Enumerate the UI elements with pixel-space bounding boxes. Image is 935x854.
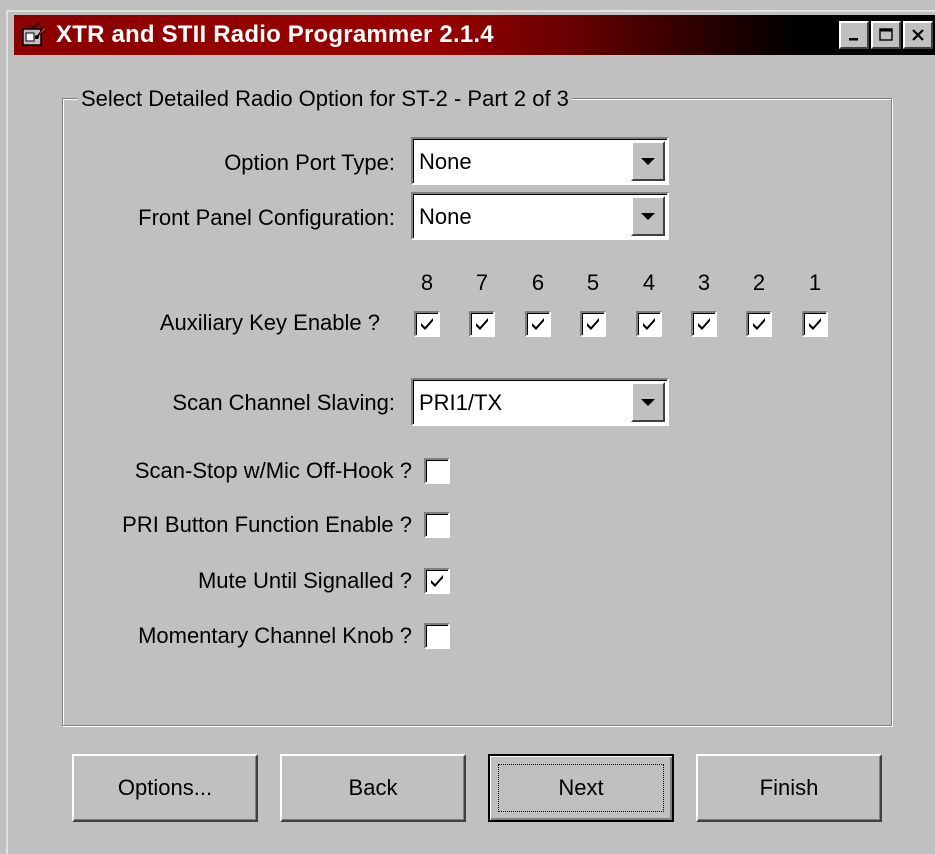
aux-key-6-checkbox[interactable] [525, 311, 551, 337]
aux-key-3-checkbox[interactable] [691, 311, 717, 337]
aux-key-2-checkbox[interactable] [746, 311, 772, 337]
groupbox-title: Select Detailed Radio Option for ST-2 - … [78, 86, 572, 112]
option-checkbox[interactable] [424, 568, 450, 594]
option-port-label: Option Port Type: [224, 150, 395, 175]
minimize-icon[interactable] [839, 21, 869, 49]
aux-key-4-checkbox[interactable] [636, 311, 662, 337]
checkmark-icon [698, 318, 710, 330]
back-button[interactable]: Back [280, 754, 466, 822]
option-checkbox[interactable] [424, 512, 450, 538]
option-port-combo[interactable]: None [411, 137, 669, 185]
aux-key-number: 6 [531, 270, 545, 295]
front-panel-label: Front Panel Configuration: [138, 205, 395, 230]
maximize-icon[interactable] [871, 21, 901, 49]
aux-key-label: Auxiliary Key Enable ? [159, 310, 380, 335]
option-checkbox[interactable] [424, 458, 450, 484]
checkmark-icon [532, 318, 544, 330]
next-button[interactable]: Next [488, 754, 674, 822]
checkmark-icon [753, 318, 765, 330]
checkmark-icon [431, 575, 443, 587]
option-port-value: None [419, 149, 472, 174]
front-panel-value: None [419, 204, 472, 229]
app-radio-icon[interactable] [18, 19, 50, 51]
aux-key-number: 4 [642, 270, 656, 295]
aux-key-number: 8 [420, 270, 434, 295]
option-label: Scan-Stop w/Mic Off-Hook ? [134, 458, 412, 483]
aux-key-number: 2 [752, 270, 766, 295]
finish-button[interactable]: Finish [696, 754, 882, 822]
focus-rectangle [498, 764, 664, 812]
options-button-label: Options... [117, 775, 213, 800]
option-label: Momentary Channel Knob ? [138, 623, 412, 648]
checkmark-icon [476, 318, 488, 330]
options-button[interactable]: Options... [72, 754, 258, 822]
scan-slaving-label: Scan Channel Slaving: [172, 390, 395, 415]
aux-key-1-checkbox[interactable] [802, 311, 828, 337]
aux-key-number: 1 [808, 270, 822, 295]
checkmark-icon [809, 318, 821, 330]
option-label: PRI Button Function Enable ? [122, 512, 412, 537]
checkmark-icon [587, 318, 599, 330]
aux-key-number: 7 [475, 270, 489, 295]
finish-button-label: Finish [759, 775, 819, 800]
option-checkbox[interactable] [424, 623, 450, 649]
aux-key-number: 3 [697, 270, 711, 295]
close-icon[interactable] [903, 21, 933, 49]
chevron-down-icon[interactable] [631, 141, 665, 181]
back-button-label: Back [348, 775, 398, 800]
aux-key-5-checkbox[interactable] [580, 311, 606, 337]
aux-key-7-checkbox[interactable] [469, 311, 495, 337]
scan-slaving-combo[interactable]: PRI1/TX [411, 378, 669, 426]
checkmark-icon [643, 318, 655, 330]
scan-slaving-value: PRI1/TX [419, 390, 503, 415]
aux-key-number: 5 [586, 270, 600, 295]
aux-key-8-checkbox[interactable] [414, 311, 440, 337]
checkmark-icon [421, 318, 433, 330]
front-panel-combo[interactable]: None [411, 192, 669, 240]
window-title: XTR and STII Radio Programmer 2.1.4 [56, 21, 494, 48]
chevron-down-icon[interactable] [631, 382, 665, 422]
option-label: Mute Until Signalled ? [197, 568, 412, 593]
title-bar[interactable]: XTR and STII Radio Programmer 2.1.4 [14, 15, 935, 55]
chevron-down-icon[interactable] [631, 196, 665, 236]
